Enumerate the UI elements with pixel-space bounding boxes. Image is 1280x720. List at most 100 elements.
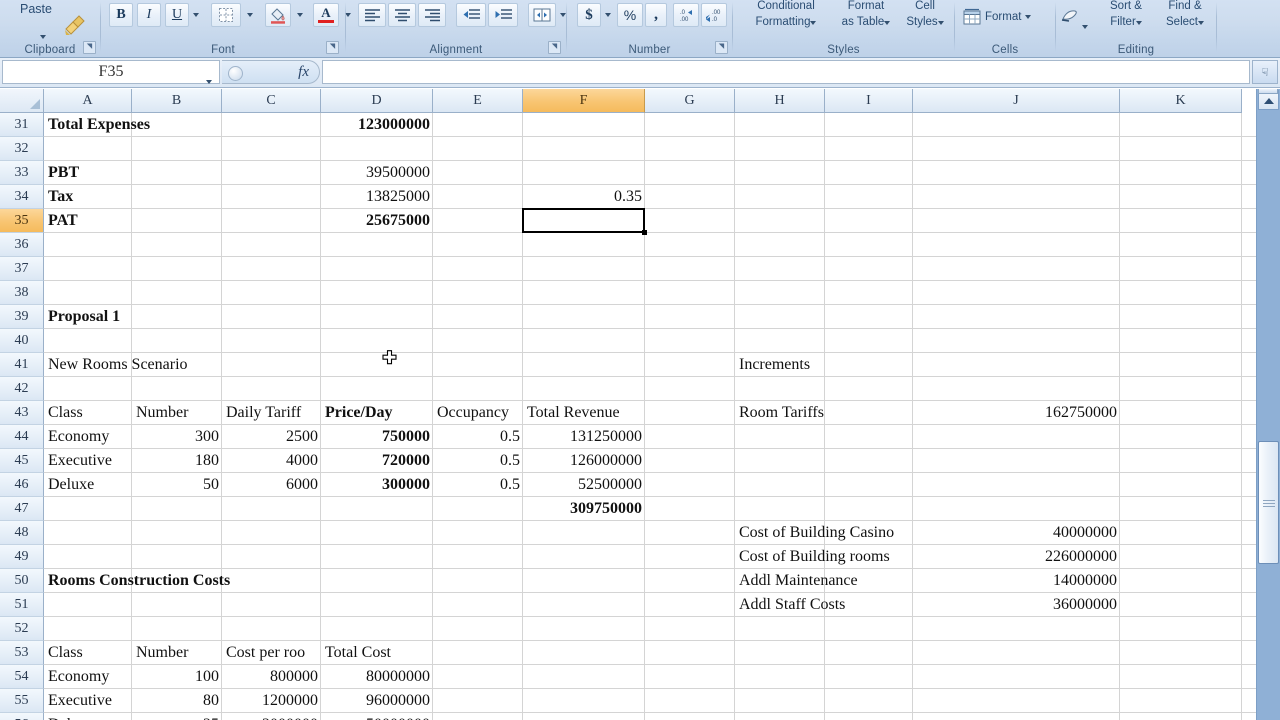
fill-handle[interactable] [642,230,647,235]
cell-E45[interactable]: 0.5 [433,449,523,472]
cell-D33[interactable]: 39500000 [321,161,433,184]
cell-B46[interactable]: 50 [132,473,222,496]
row-header-53[interactable]: 53 [0,641,44,665]
cell-C45[interactable]: 4000 [222,449,321,472]
comma-style-button[interactable]: , [645,3,667,27]
clear-dropdown-caret[interactable] [1082,16,1088,34]
cell-area[interactable]: Total Expenses 123000000 PBT 39500000 Tax 138… [44,113,1256,720]
cell-B44[interactable]: 300 [132,425,222,448]
row-header-40[interactable]: 40 [0,329,44,353]
cell-F47[interactable]: 309750000 [523,497,645,520]
row-header-42[interactable]: 42 [0,377,44,401]
column-header-c[interactable]: C [222,89,321,113]
borders-button[interactable] [211,3,241,27]
cell-J51[interactable]: 36000000 [913,593,1120,616]
alignment-dialog-launcher[interactable]: ◥ [548,41,561,54]
row-header-33[interactable]: 33 [0,161,44,185]
cell-D35[interactable]: 25675000 [321,209,433,232]
cancel-enter-circle-icon[interactable] [228,66,243,81]
column-header-k[interactable]: K [1120,89,1242,113]
cell-J50[interactable]: 14000000 [913,569,1120,592]
cell-C55[interactable]: 1200000 [222,689,321,712]
cell-J43[interactable]: 162750000 [913,401,1120,424]
insert-function-icon[interactable]: fx [298,64,309,81]
fill-color-button[interactable] [265,3,291,27]
column-header-g[interactable]: G [645,89,735,113]
cell-A39[interactable]: Proposal 1 [44,305,254,328]
active-cell-selection[interactable] [522,208,645,233]
align-left-button[interactable] [358,3,386,27]
row-header-50[interactable]: 50 [0,569,44,593]
select-all-corner[interactable] [0,89,44,113]
sort-filter-button[interactable]: Sort & Filter [1098,0,1154,30]
format-painter-icon[interactable] [62,12,88,36]
accounting-format-button[interactable]: $ [577,3,601,27]
row-header-56[interactable]: 56 [0,713,44,720]
column-header-f[interactable]: F [523,89,645,113]
cell-A41[interactable]: New Rooms Scenario [44,353,254,376]
accounting-dropdown-caret[interactable] [601,3,615,27]
bold-button[interactable]: B [109,3,133,27]
format-as-table-button[interactable]: Format as Table [831,0,901,30]
cell-C56[interactable]: 2000000 [222,713,321,720]
formula-bar-expand-button[interactable]: ☟ [1252,60,1278,84]
decrease-decimal-button[interactable]: .00 .0 [701,3,727,27]
cell-D56[interactable]: 50000000 [321,713,433,720]
clipboard-dialog-launcher[interactable]: ◥ [83,41,96,54]
cell-D31[interactable]: 123000000 [321,113,433,136]
cell-D46[interactable]: 300000 [321,473,433,496]
cell-F46[interactable]: 52500000 [523,473,645,496]
column-header-d[interactable]: D [321,89,433,113]
row-header-43[interactable]: 43 [0,401,44,425]
row-header-44[interactable]: 44 [0,425,44,449]
cell-B45[interactable]: 180 [132,449,222,472]
row-header-35[interactable]: 35 [0,209,44,233]
underline-dropdown-caret[interactable] [189,3,203,27]
cell-C54[interactable]: 800000 [222,665,321,688]
number-dialog-launcher[interactable]: ◥ [715,41,728,54]
row-header-49[interactable]: 49 [0,545,44,569]
row-header-31[interactable]: 31 [0,113,44,137]
percent-style-button[interactable]: % [617,3,643,27]
cell-D34[interactable]: 13825000 [321,185,433,208]
decrease-indent-button[interactable] [456,3,486,27]
name-box[interactable]: F35 [2,60,220,84]
cell-B54[interactable]: 100 [132,665,222,688]
cell-D55[interactable]: 96000000 [321,689,433,712]
align-center-button[interactable] [388,3,416,27]
cell-A50[interactable]: Rooms Construction Costs [44,569,254,592]
name-box-dropdown-caret[interactable] [206,71,212,89]
row-header-54[interactable]: 54 [0,665,44,689]
cell-A34[interactable]: Tax [44,185,254,208]
formula-input[interactable] [322,60,1250,84]
fill-color-dropdown-caret[interactable] [293,3,307,27]
row-header-38[interactable]: 38 [0,281,44,305]
cell-A31[interactable]: Total Expenses [44,113,254,136]
row-header-37[interactable]: 37 [0,257,44,281]
conditional-formatting-button[interactable]: Conditional Formatting [741,0,831,30]
cell-F45[interactable]: 126000000 [523,449,645,472]
cell-C44[interactable]: 2500 [222,425,321,448]
cell-J49[interactable]: 226000000 [913,545,1120,568]
cell-E44[interactable]: 0.5 [433,425,523,448]
vertical-scrollbar[interactable] [1256,89,1280,720]
column-header-e[interactable]: E [433,89,523,113]
italic-button[interactable]: I [137,3,161,27]
column-header-i[interactable]: I [825,89,913,113]
row-header-41[interactable]: 41 [0,353,44,377]
format-button[interactable]: Format [963,8,1032,25]
cell-D45[interactable]: 720000 [321,449,433,472]
column-header-b[interactable]: B [132,89,222,113]
cell-styles-button[interactable]: Cell Styles [899,0,951,30]
cell-B56[interactable]: 25 [132,713,222,720]
increase-decimal-button[interactable]: .0 .00 [673,3,699,27]
cell-F44[interactable]: 131250000 [523,425,645,448]
cell-J48[interactable]: 40000000 [913,521,1120,544]
cell-A33[interactable]: PBT [44,161,254,184]
column-header-h[interactable]: H [735,89,825,113]
clear-button[interactable] [1060,8,1082,30]
vertical-scrollbar-thumb[interactable] [1258,441,1279,564]
find-select-button[interactable]: Find & Select [1156,0,1214,30]
cell-D53[interactable]: Total Cost [321,641,531,664]
vertical-split-handle[interactable] [1258,89,1278,94]
